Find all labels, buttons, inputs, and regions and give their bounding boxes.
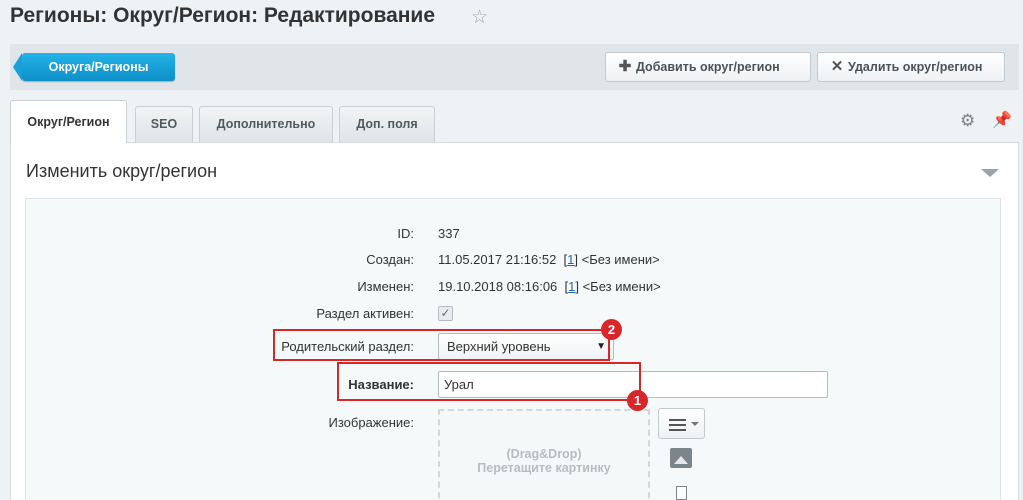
tab-extra-fields[interactable]: Доп. поля: [339, 106, 435, 142]
delete-region-label: Удалить округ/регион: [848, 60, 983, 74]
tab-additional[interactable]: Дополнительно: [199, 106, 333, 142]
add-region-label: Добавить округ/регион: [636, 60, 780, 74]
image-dropzone[interactable]: (Drag&Drop) Перетащите картинку: [438, 409, 650, 500]
created-user-link[interactable]: 1: [567, 252, 574, 267]
created-value: 11.05.2017 21:16:52 [1] <Без имени>: [438, 252, 660, 267]
modified-label: Изменен:: [357, 279, 414, 294]
modified-user-link[interactable]: 1: [568, 279, 575, 294]
image-menu-button[interactable]: [658, 408, 705, 439]
dropzone-hint-1: (Drag&Drop): [506, 447, 582, 461]
active-label: Раздел активен:: [316, 306, 414, 321]
image-icon[interactable]: [670, 448, 692, 468]
highlight-name-field: [337, 362, 641, 401]
highlight-parent-section: [273, 329, 610, 361]
modified-value: 19.10.2018 08:16:06 [1] <Без имени>: [438, 279, 661, 294]
id-label: ID:: [397, 226, 414, 241]
toolbar: Округа/Регионы ✚ Добавить округ/регион ✕ У…: [10, 44, 1019, 90]
delete-region-button[interactable]: ✕ Удалить округ/регион: [817, 52, 1005, 82]
created-date: 11.05.2017 21:16:52: [438, 252, 557, 267]
modified-user-name: <Без имени>: [582, 279, 661, 294]
badge-1: 1: [627, 390, 648, 411]
back-to-regions-button[interactable]: Округа/Регионы: [13, 53, 175, 81]
page-title: Регионы: Округ/Регион: Редактирование: [10, 4, 436, 27]
dropzone-hint-2: Перетащите картинку: [477, 461, 611, 475]
image-label: Изображение:: [328, 415, 414, 430]
id-value: 337: [438, 226, 460, 241]
created-label: Создан:: [366, 252, 414, 267]
menu-icon: [669, 419, 686, 434]
star-icon[interactable]: ☆: [471, 6, 488, 29]
caret-down-icon: [691, 422, 699, 426]
badge-2: 2: [601, 319, 622, 340]
created-user-name: <Без имени>: [581, 252, 660, 267]
tab-region[interactable]: Округ/Регион: [10, 100, 127, 143]
file-icon[interactable]: [676, 486, 687, 500]
tab-seo[interactable]: SEO: [135, 106, 193, 142]
edit-panel: Изменить округ/регион ID: 337 Создан: 11…: [10, 142, 1019, 500]
close-icon: ✕: [830, 58, 844, 75]
gear-icon[interactable]: ⚙: [960, 111, 975, 131]
plus-icon: ✚: [618, 58, 632, 75]
add-region-button[interactable]: ✚ Добавить округ/регион: [605, 52, 811, 82]
active-checkbox[interactable]: ✓: [438, 306, 453, 321]
panel-title: Изменить округ/регион: [26, 161, 218, 181]
pin-icon[interactable]: 📌: [992, 110, 1012, 130]
collapse-icon[interactable]: [981, 169, 999, 177]
modified-date: 19.10.2018 08:16:06: [438, 279, 558, 294]
